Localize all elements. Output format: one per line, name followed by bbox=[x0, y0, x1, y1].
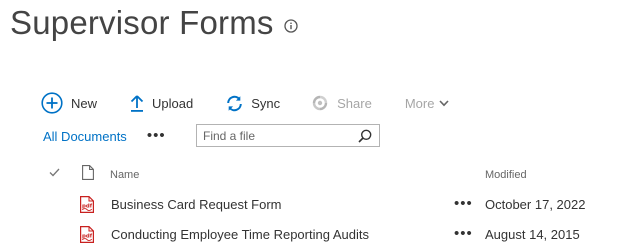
sync-button[interactable]: Sync bbox=[226, 95, 280, 112]
new-button[interactable]: New bbox=[41, 92, 97, 114]
upload-arrow-icon bbox=[130, 94, 144, 112]
upload-button[interactable]: Upload bbox=[130, 94, 194, 112]
pdf-file-icon: pdf bbox=[80, 226, 94, 246]
row-more-actions-ellipsis[interactable]: ••• bbox=[454, 225, 473, 242]
list-column-header: Name Modified bbox=[0, 164, 620, 186]
file-name-link[interactable]: Conducting Employee Time Reporting Audit… bbox=[111, 227, 369, 242]
more-button[interactable]: More bbox=[405, 96, 450, 111]
new-button-label: New bbox=[71, 95, 98, 111]
share-button-label: Share bbox=[337, 95, 372, 111]
search-input[interactable] bbox=[197, 126, 349, 145]
pdf-file-icon: pdf bbox=[80, 196, 94, 216]
column-header-name[interactable]: Name bbox=[110, 169, 139, 181]
more-button-label: More bbox=[404, 95, 435, 111]
chevron-down-icon bbox=[439, 99, 450, 107]
file-type-icon[interactable] bbox=[82, 165, 94, 183]
page-title-bar: Supervisor Forms bbox=[10, 4, 298, 42]
upload-button-label: Upload bbox=[152, 95, 194, 111]
share-icon bbox=[311, 94, 329, 112]
table-row[interactable]: pdf Conducting Employee Time Reporting A… bbox=[0, 220, 620, 250]
select-all-checkmark-icon[interactable] bbox=[49, 168, 60, 180]
file-name-link[interactable]: Business Card Request Form bbox=[111, 197, 282, 212]
row-more-actions-ellipsis[interactable]: ••• bbox=[454, 195, 473, 212]
sync-button-label: Sync bbox=[251, 95, 281, 111]
view-selector-all-documents[interactable]: All Documents bbox=[43, 129, 127, 144]
column-header-modified[interactable]: Modified bbox=[485, 169, 527, 181]
search-box bbox=[196, 124, 380, 147]
search-icon[interactable] bbox=[358, 129, 372, 143]
command-bar: New Upload Sync Share More bbox=[41, 91, 481, 115]
view-options-ellipsis[interactable]: ••• bbox=[147, 128, 166, 143]
page-title: Supervisor Forms bbox=[10, 4, 274, 41]
table-row[interactable]: pdf Business Card Request Form ••• Octob… bbox=[0, 190, 620, 220]
info-icon[interactable] bbox=[283, 19, 298, 33]
view-bar: All Documents ••• bbox=[43, 125, 166, 147]
sync-icon bbox=[226, 95, 243, 112]
file-modified-date: October 17, 2022 bbox=[485, 197, 586, 212]
share-button[interactable]: Share bbox=[311, 94, 372, 112]
plus-circle-icon bbox=[41, 92, 63, 114]
file-modified-date: August 14, 2015 bbox=[485, 227, 580, 242]
